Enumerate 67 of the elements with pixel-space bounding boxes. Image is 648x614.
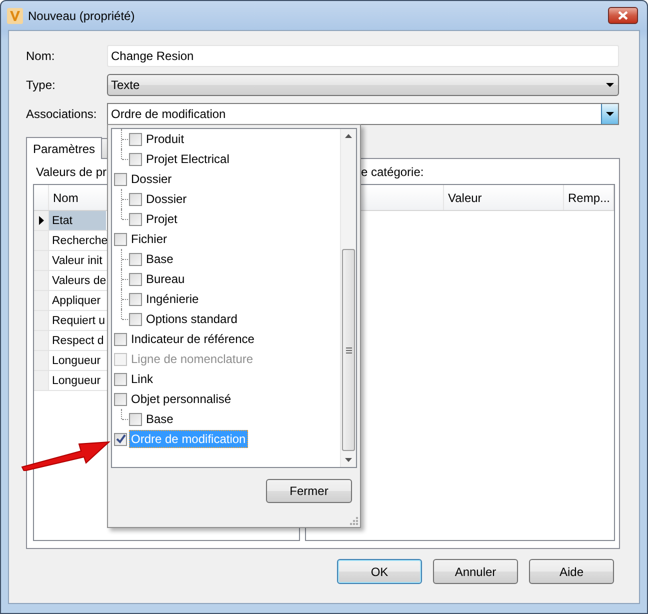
- table-cell-text: Longueur: [51, 374, 102, 388]
- tree-item[interactable]: Bureau: [144, 270, 187, 288]
- tree-item[interactable]: Link: [129, 370, 156, 388]
- checkbox[interactable]: [129, 312, 142, 326]
- type-select[interactable]: Texte: [107, 74, 619, 96]
- row-header[interactable]: [34, 211, 49, 230]
- input-field[interactable]: Change Resion: [107, 45, 619, 67]
- section-label: e catégorie:: [360, 164, 424, 180]
- dialog-button[interactable]: Annuler: [433, 559, 518, 584]
- window-title: Nouveau (propriété): [28, 8, 135, 22]
- grip-icon: [346, 346, 352, 354]
- checkbox[interactable]: [114, 392, 127, 406]
- resize-grip-icon[interactable]: [350, 517, 358, 525]
- caret-icon: [606, 112, 614, 116]
- checkbox[interactable]: [129, 412, 142, 426]
- close-button[interactable]: Fermer: [266, 479, 352, 503]
- table-cell-text: Longueur: [51, 354, 102, 368]
- dialog-button[interactable]: Aide: [529, 559, 614, 584]
- close-icon: [618, 11, 628, 20]
- checkbox[interactable]: [129, 152, 142, 166]
- tree-item[interactable]: Objet personnalisé: [129, 390, 234, 408]
- table-cell-text: Appliquer: [51, 294, 102, 308]
- dialog-button[interactable]: OK: [337, 559, 422, 584]
- checkbox[interactable]: [114, 232, 127, 246]
- tree-item[interactable]: Dossier: [129, 170, 174, 188]
- close-button[interactable]: [608, 7, 638, 24]
- table-cell-text: Requiert u: [51, 314, 106, 328]
- checkbox[interactable]: [129, 192, 142, 206]
- tab[interactable]: Paramètres: [26, 137, 102, 159]
- checkbox[interactable]: [129, 292, 142, 306]
- tree-item[interactable]: Base: [144, 410, 176, 428]
- checkbox[interactable]: [114, 432, 127, 446]
- scroll-down-icon[interactable]: [345, 458, 352, 462]
- associations-dropdown[interactable]: Ordre de modification: [107, 103, 619, 125]
- tree-item[interactable]: Projet Electrical: [144, 150, 232, 168]
- checkbox[interactable]: [129, 272, 142, 286]
- column-header[interactable]: Valeur: [444, 185, 564, 210]
- scroll-up-icon[interactable]: [345, 134, 352, 138]
- table-cell-text: Valeurs de: [51, 274, 106, 288]
- tree-item[interactable]: Projet: [144, 210, 180, 228]
- scrollbar[interactable]: [340, 129, 356, 467]
- field-label: Type:: [26, 78, 56, 92]
- field-label: Nom:: [26, 49, 56, 63]
- section-label: Valeurs de pr: [35, 164, 106, 180]
- field-label: Associations:: [26, 107, 98, 121]
- table-cell-text: Respect d: [51, 334, 105, 348]
- checkbox[interactable]: [129, 252, 142, 266]
- checkbox[interactable]: [114, 332, 127, 346]
- app-icon: [7, 8, 23, 24]
- tree-item[interactable]: Base: [144, 250, 176, 268]
- tree-item[interactable]: Dossier: [144, 190, 189, 208]
- table-cell-text: Recherche: [51, 234, 106, 248]
- tree-item[interactable]: Produit: [144, 130, 186, 148]
- tree-item[interactable]: Ingénierie: [144, 290, 201, 308]
- tree-item[interactable]: Fichier: [129, 230, 170, 248]
- table-cell: Etat: [49, 211, 106, 230]
- column-header[interactable]: Remp...: [564, 185, 614, 210]
- dropdown-button[interactable]: [601, 104, 618, 124]
- checkbox[interactable]: [129, 212, 142, 226]
- checkbox[interactable]: [129, 132, 142, 146]
- caret-icon: [606, 83, 614, 87]
- tree-item[interactable]: Options standard: [144, 310, 240, 328]
- scroll-thumb[interactable]: [342, 249, 355, 451]
- checkbox[interactable]: [114, 372, 127, 386]
- table-cell-text: Valeur init: [51, 254, 104, 268]
- checkbox[interactable]: [114, 172, 127, 186]
- tree-item[interactable]: Indicateur de référence: [129, 330, 256, 348]
